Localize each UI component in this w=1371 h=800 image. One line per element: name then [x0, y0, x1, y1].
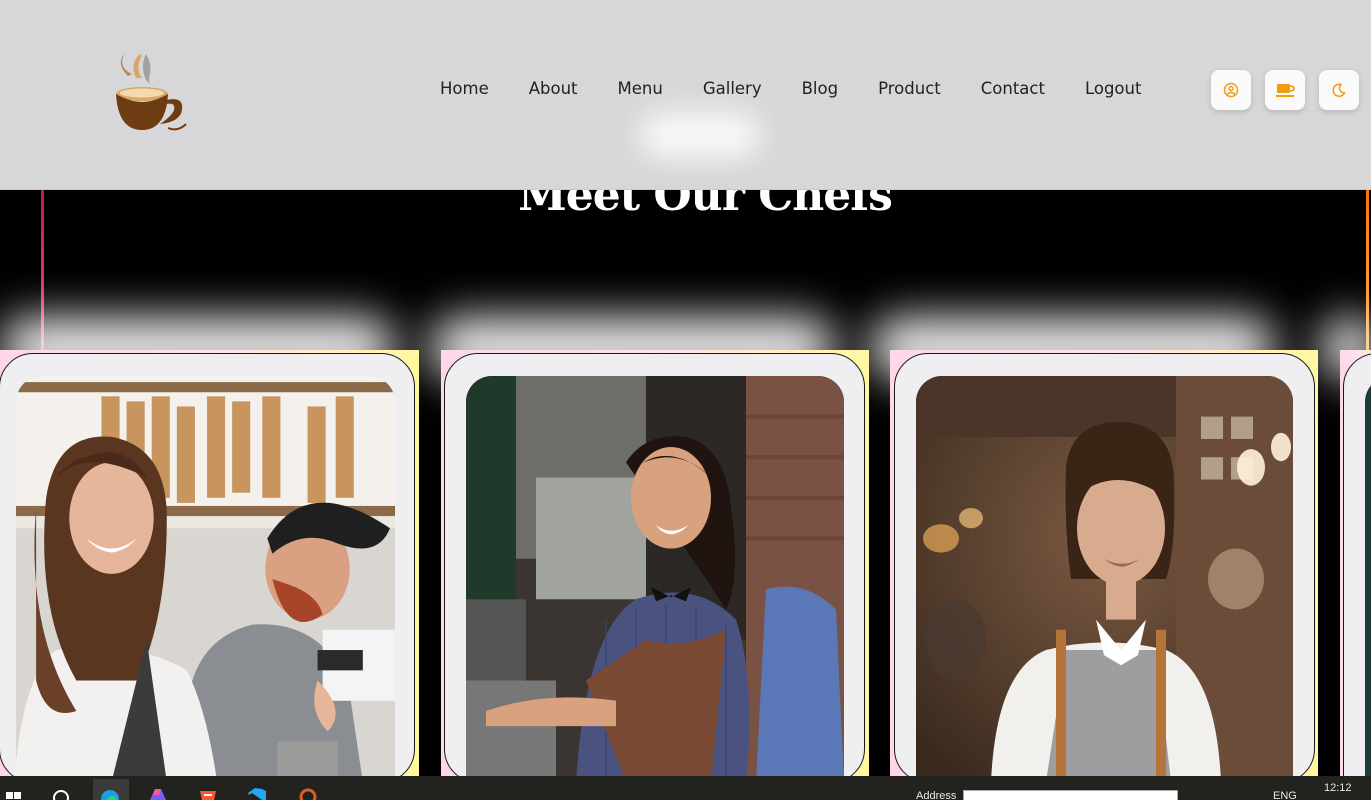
language-indicator[interactable]: ENG [1273, 790, 1297, 800]
nav-contact[interactable]: Contact [981, 79, 1045, 98]
moon-icon [1332, 83, 1346, 97]
nav-logout[interactable]: Logout [1085, 79, 1142, 98]
edge-icon[interactable] [93, 779, 129, 800]
barista-woman-at-machine-photo [466, 376, 844, 776]
user-icon [1223, 82, 1239, 98]
copilot-icon[interactable] [147, 779, 167, 800]
chef-card[interactable] [1343, 353, 1371, 776]
chef-photo [1365, 376, 1371, 776]
brave-icon[interactable] [197, 779, 217, 800]
nav-blog[interactable]: Blog [802, 79, 838, 98]
app-icon[interactable] [297, 779, 317, 800]
chef-card[interactable] [444, 353, 865, 776]
site-header: Home About Menu Gallery Blog Product Con… [0, 0, 1371, 190]
search-icon[interactable] [51, 779, 71, 800]
clock-time[interactable]: 12:12 [1324, 782, 1352, 794]
nav-home[interactable]: Home [440, 79, 489, 98]
main-nav: Home About Menu Gallery Blog Product Con… [440, 79, 1181, 98]
cart-button[interactable] [1265, 70, 1305, 110]
dark-mode-button[interactable] [1319, 70, 1359, 110]
nav-gallery[interactable]: Gallery [703, 79, 762, 98]
cart-icon [1276, 84, 1295, 97]
nav-menu[interactable]: Menu [618, 79, 663, 98]
user-button[interactable] [1211, 70, 1251, 110]
nav-product[interactable]: Product [878, 79, 941, 98]
windows-start-icon[interactable] [4, 779, 24, 800]
coffee-cup-logo-icon[interactable] [108, 48, 190, 134]
vscode-icon[interactable] [246, 779, 266, 800]
address-input[interactable] [963, 790, 1178, 800]
barista-woman-in-cafe-photo [916, 376, 1293, 776]
nav-highlight [640, 112, 760, 158]
barista-woman-with-man-photo [16, 376, 395, 776]
nav-about[interactable]: About [529, 79, 578, 98]
address-label: Address [916, 790, 957, 800]
chef-card[interactable] [0, 353, 415, 776]
chef-card[interactable] [894, 353, 1315, 776]
